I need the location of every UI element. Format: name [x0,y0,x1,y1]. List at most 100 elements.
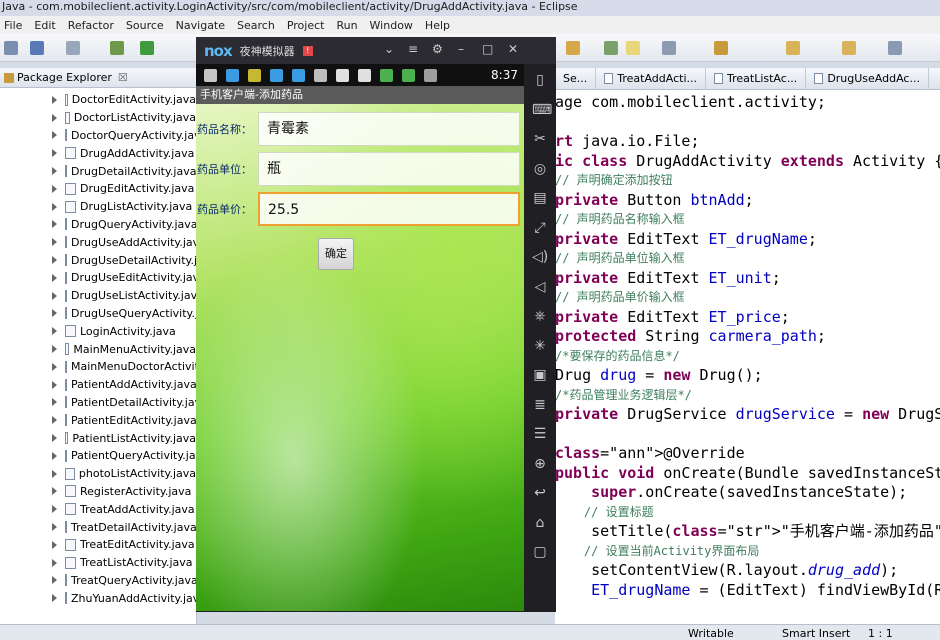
list-item[interactable]: PatientQueryActivity.java [0,447,209,465]
expand-icon[interactable] [52,362,57,371]
confirm-button[interactable]: 确定 [318,238,354,270]
expand-icon[interactable] [52,594,57,603]
expand-icon[interactable] [52,184,57,193]
expand-icon[interactable] [52,434,57,443]
code-line[interactable]: setContentView(R.layout.drug_add); [555,561,940,581]
code-line[interactable]: // 声明药品单位输入框 [555,249,940,269]
menu-item-run[interactable]: Run [336,19,357,32]
maximize-icon[interactable]: □ [482,42,493,56]
expand-icon[interactable] [52,558,57,567]
expand-icon[interactable] [52,220,57,229]
list-item[interactable]: TreatQueryActivity.java [0,572,198,590]
code-line[interactable]: Drug drug = new Drug(); [555,366,940,386]
expand-icon[interactable] [52,487,57,496]
code-line[interactable]: // 声明药品单价输入框 [555,288,940,308]
toolbar-edit-icon[interactable] [566,41,580,55]
expand-icon[interactable] [52,273,57,282]
expand-icon[interactable] [52,238,57,247]
list-item[interactable]: DrugQueryActivity.java [0,216,198,234]
expand-icon[interactable] [52,540,57,549]
list-item[interactable]: DoctorListActivity.java [0,109,196,127]
list-item[interactable]: LoginActivity.java [0,322,196,340]
toolbar-debug-icon[interactable] [110,41,124,55]
expand-icon[interactable] [52,149,57,158]
menu-item-window[interactable]: Window [370,19,413,32]
list-item[interactable]: MainMenuDoctorActivity.java [0,358,230,376]
expand-icon[interactable] [52,469,57,478]
code-line[interactable]: super.onCreate(savedInstanceState); [555,483,940,503]
code-line[interactable]: // 声明药品名称输入框 [555,210,940,230]
list-item[interactable]: ZhuYuanAddActivity.java [0,589,206,607]
code-line[interactable]: private EditText ET_drugName; [555,230,940,250]
list-item[interactable]: DoctorQueryActivity.java [0,127,207,145]
list-item[interactable]: PatientDetailActivity.java [0,394,208,412]
list-item[interactable]: DrugUseEditActivity.java [0,269,206,287]
code-line[interactable]: // 声明确定添加按钮 [555,171,940,191]
volume-down-icon[interactable]: ◁ [532,279,548,295]
code-line[interactable]: protected String carmera_path; [555,327,940,347]
back-icon[interactable]: ↩ [532,485,548,501]
code-line[interactable]: private Button btnAdd; [555,191,940,211]
drug-price-input[interactable]: 25.5 [258,192,520,226]
code-line[interactable]: /*药品管理业务逻辑层*/ [555,386,940,406]
toolbar-save-icon[interactable] [30,41,44,55]
expand-icon[interactable] [52,451,57,460]
list-item[interactable]: TreatAddActivity.java [0,500,196,518]
add-icon[interactable]: ⊕ [532,456,548,472]
code-line[interactable]: private EditText ET_unit; [555,269,940,289]
expand-icon[interactable] [52,256,57,265]
code-line[interactable]: rt java.io.File; [555,132,940,152]
expand-icon[interactable] [52,380,57,389]
multi-instance-icon[interactable]: ≣ [532,397,548,413]
toolbar-run-icon[interactable] [140,41,154,55]
more-icon[interactable]: ☰ [532,426,548,442]
code-line[interactable]: /*要保存的药品信息*/ [555,347,940,367]
code-line[interactable]: ic class DrugAddActivity extends Activit… [555,152,940,172]
toolbar-back-icon[interactable] [786,41,800,55]
list-item[interactable]: DrugUseListActivity.java [0,287,204,305]
dropdown-icon[interactable]: ⌄ [384,42,394,56]
expand-icon[interactable] [52,167,57,176]
keyboard-icon[interactable]: ⌨ [532,102,552,118]
code-line[interactable] [555,113,940,133]
apk-icon[interactable]: ⎈ [532,308,548,324]
expand-icon[interactable] [52,505,57,514]
alert-badge-icon[interactable]: ! [302,45,313,56]
toolbar-annot-icon[interactable] [662,41,676,55]
list-item[interactable]: DrugUseDetailActivity.java [0,251,217,269]
editor-tab[interactable]: TreatListAc... [706,67,807,90]
list-item[interactable]: DrugUseQueryActivity.java [0,305,218,323]
list-item[interactable]: PatientEditActivity.java [0,411,197,429]
list-item[interactable]: DrugDetailActivity.java [0,162,196,180]
fullscreen-icon[interactable]: ⤢ [532,220,548,236]
close-icon[interactable]: ✕ [508,42,518,56]
minimize-icon[interactable]: – [458,42,464,56]
toolbar-task-icon[interactable] [604,41,618,55]
code-line[interactable]: ET_drugName = (EditText) findViewById(R [555,581,940,601]
screen-icon[interactable]: ▤ [532,190,548,206]
scissors-icon[interactable]: ✂ [532,131,548,147]
close-icon[interactable]: ☒ [118,71,128,84]
home-icon[interactable]: ⌂ [532,515,548,531]
expand-icon[interactable] [52,95,57,104]
expand-icon[interactable] [52,113,57,122]
menu-item-refactor[interactable]: Refactor [68,19,114,32]
toolbar-nav-icon[interactable] [714,41,728,55]
editor-tab[interactable]: TreatAddActi... [596,67,706,90]
menu-item-file[interactable]: File [4,19,22,32]
menu-item-search[interactable]: Search [237,19,275,32]
package-explorer-tab[interactable]: Package Explorer ☒ [0,68,196,88]
toolbar-print-icon[interactable] [66,41,80,55]
code-area[interactable]: age com.mobileclient.activity; rt java.io… [555,90,940,600]
toolbar-forward-icon[interactable] [842,41,856,55]
list-item[interactable]: photoListActivity.java [0,465,196,483]
menu-item-help[interactable]: Help [425,19,450,32]
expand-icon[interactable] [52,309,57,318]
code-line[interactable]: private DrugService drugService = new Dr… [555,405,940,425]
list-item[interactable]: RegisterActivity.java [0,483,196,501]
expand-icon[interactable] [52,131,57,140]
expand-icon[interactable] [52,416,57,425]
list-item[interactable]: TreatEditActivity.java [0,536,196,554]
code-line[interactable]: setTitle(class="str">"手机客户端-添加药品"); [555,522,940,542]
toolbar-perspective-icon[interactable] [888,41,902,55]
